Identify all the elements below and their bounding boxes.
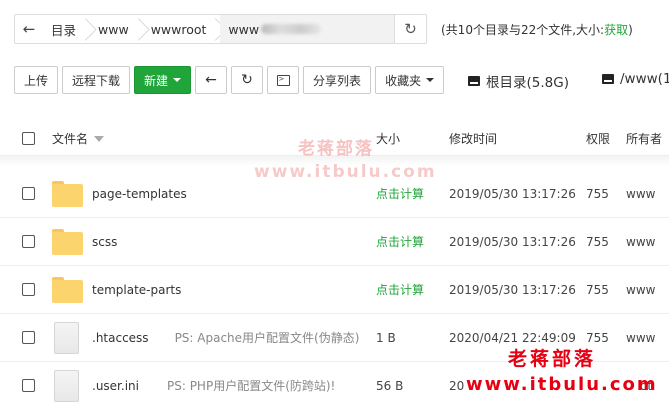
upload-button[interactable]: 上传 [14,66,59,94]
row-checkbox[interactable] [22,187,35,200]
calc-size-link[interactable]: 点击计算 [376,185,424,202]
permission[interactable]: 755 [586,283,609,297]
file-name[interactable]: .user.ini [92,379,139,393]
back-arrow-icon: ← [205,72,217,88]
owner: www [626,234,656,249]
select-all-checkbox[interactable] [22,132,35,145]
favorites-button[interactable]: 收藏夹 [375,66,445,94]
row-checkbox[interactable] [22,379,35,392]
back-arrow-icon[interactable]: ← [15,15,43,43]
file-icon [54,321,79,354]
calc-size-link[interactable]: 点击计算 [376,233,424,250]
modified-time: 2020/04/21 22:49:09 [449,330,576,345]
folder-icon [52,276,83,303]
owner: www [626,330,656,345]
modified-time: 20 [449,378,465,393]
column-name-header[interactable]: 文件名 [52,130,105,147]
row-checkbox[interactable] [22,331,35,344]
summary-text: (共10个目录与22个文件,大小: [441,23,605,37]
file-size: 1 B [376,330,396,345]
file-name-cell[interactable]: .htaccess PS: Apache用户配置文件(伪静态) [52,321,360,354]
column-perm-header[interactable]: 权限 [586,130,610,147]
column-time-header[interactable]: 修改时间 [449,130,497,147]
hard-drive-icon [468,76,480,86]
file-name-cell[interactable]: page-templates [52,180,187,207]
breadcrumb-item[interactable]: www [220,15,394,43]
refresh-icon[interactable]: ↻ [394,15,426,43]
caret-down-icon [426,78,435,82]
toolbar: 上传 远程下载 新建 ← ↻ > 分享列表 收藏夹 [14,66,445,94]
file-name-cell[interactable]: template-parts [52,276,181,303]
file-name[interactable]: page-templates [92,187,187,201]
modified-time: 2019/05/30 13:17:26 [449,234,576,249]
permission[interactable]: 755 [586,187,609,201]
watermark-text: 老蒋部落 [298,139,374,159]
caret-down-icon [173,78,182,82]
breadcrumb-label: wwwroot [150,21,207,37]
remote-download-label: 远程下载 [72,73,121,88]
breadcrumb-label: www [228,21,260,37]
remote-download-button[interactable]: 远程下载 [62,66,131,94]
back-button[interactable]: ← [195,66,228,94]
file-name-cell[interactable]: scss [52,228,117,255]
file-name[interactable]: .htaccess [92,331,149,345]
disk-root-button[interactable]: 根目录(5.8G) [468,71,569,91]
folder-icon [52,228,83,255]
share-list-button[interactable]: 分享列表 [303,66,372,94]
table-row[interactable]: scss 点击计算 2019/05/30 13:17:26 755 www [0,218,669,266]
disk-www-button[interactable]: /www(1 [602,71,669,87]
favorites-label: 收藏夹 [385,73,422,88]
row-checkbox[interactable] [22,283,35,296]
breadcrumb-label: 目录 [51,22,77,38]
file-note: PS: PHP用户配置文件(防跨站)! [166,379,336,393]
column-name-label: 文件名 [52,132,89,146]
file-size: 56 B [376,378,404,393]
owner: www [626,186,656,201]
summary-suffix: ) [628,23,633,37]
refresh-button[interactable]: ↻ [231,66,264,94]
modified-time: 2019/05/30 13:17:26 [449,186,576,201]
watermark-text: 老蒋部落 [508,348,597,370]
watermark-url: www.itbulu.com [466,374,658,395]
breadcrumb-label: www [98,21,129,37]
new-label: 新建 [144,73,169,88]
new-button[interactable]: 新建 [134,66,192,94]
redacted-text [261,24,322,34]
disk-root-label: 根目录(5.8G) [486,75,569,91]
upload-label: 上传 [24,73,49,88]
sort-down-icon [94,135,105,142]
hard-drive-icon [602,74,614,84]
column-size-header[interactable]: 大小 [376,130,400,147]
file-note: PS: Apache用户配置文件(伪静态) [174,331,360,345]
permission[interactable]: 755 [586,235,609,249]
table-row[interactable]: template-parts 点击计算 2019/05/30 13:17:26 … [0,266,669,314]
file-name[interactable]: scss [92,235,117,249]
breadcrumb-item[interactable]: 目录 [43,15,90,43]
owner: www [626,282,656,297]
disk-www-label: /www(1 [620,71,669,87]
terminal-button[interactable]: > [267,66,300,94]
folder-icon [52,180,83,207]
calc-size-link[interactable]: 点击计算 [376,281,424,298]
get-size-link[interactable]: 获取 [604,23,628,37]
file-name[interactable]: template-parts [92,283,181,297]
column-owner-header[interactable]: 所有者 [626,130,662,147]
breadcrumb-item[interactable]: www [90,15,143,43]
row-checkbox[interactable] [22,235,35,248]
directory-summary: (共10个目录与22个文件,大小:获取) [441,21,633,38]
modified-time: 2019/05/30 13:17:26 [449,282,576,297]
path-bar[interactable]: ← 目录 www wwwroot www ↻ [14,14,427,44]
terminal-icon: > [276,74,290,86]
share-list-label: 分享列表 [313,73,362,88]
breadcrumb-item[interactable]: wwwroot [143,15,221,43]
refresh-icon: ↻ [241,72,253,88]
file-name-cell[interactable]: .user.ini PS: PHP用户配置文件(防跨站)! [52,369,336,402]
permission[interactable]: 755 [586,331,609,345]
file-icon [54,369,79,402]
watermark-url: www.itbulu.com [254,162,437,182]
